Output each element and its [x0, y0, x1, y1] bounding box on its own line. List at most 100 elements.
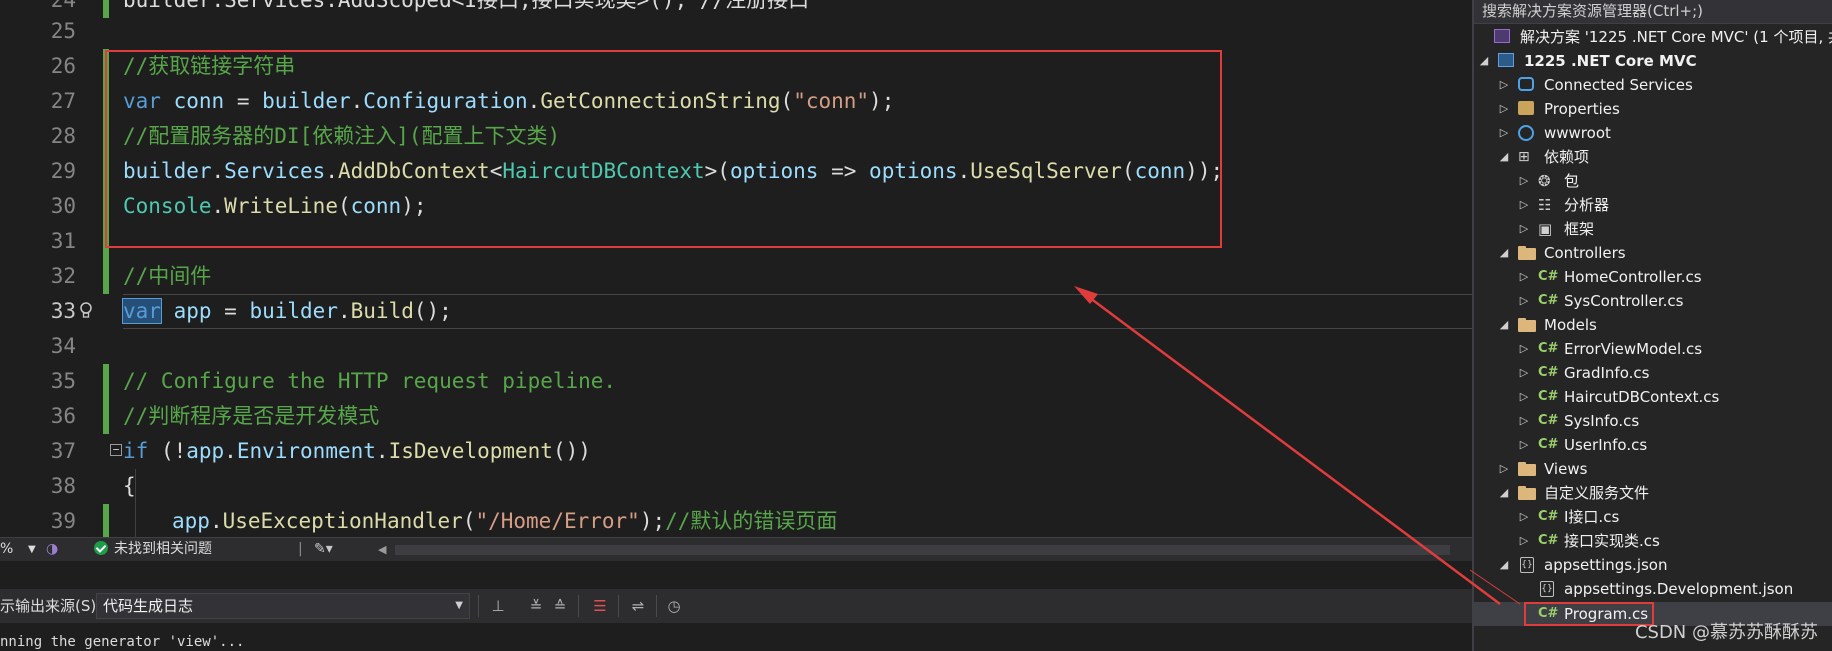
folder-icon [1518, 461, 1536, 477]
line-number: 36 [50, 404, 76, 428]
tree-node-file[interactable]: ▷ 接口实现类.cs [1474, 529, 1832, 553]
csharp-file-icon [1538, 533, 1556, 549]
horizontal-scrollbar[interactable] [395, 545, 1450, 555]
tree-node-solution[interactable]: 解决方案 '1225 .NET Core MVC' (1 个项目, 共 [1474, 25, 1832, 49]
tree-node-controllers[interactable]: ◢ Controllers [1474, 241, 1832, 265]
tree-node-properties[interactable]: ▷ Properties [1474, 97, 1832, 121]
code-comment: //中间件 [123, 264, 212, 288]
toolbar-divider [478, 595, 479, 617]
next-message-icon[interactable]: ≙ [548, 594, 572, 618]
code-text: app.UseExceptionHandler("/Home/Error");/… [172, 509, 838, 533]
output-source-select[interactable]: 代码生成日志 ▼ [96, 593, 470, 619]
tree-node-dependencies[interactable]: ◢ ⊞ 依赖项 [1474, 145, 1832, 169]
zoom-level[interactable]: % [0, 538, 13, 561]
tree-node-file[interactable]: ▷ SysInfo.cs [1474, 409, 1832, 433]
collapsed-icon[interactable]: ▷ [1498, 121, 1510, 145]
collapsed-icon[interactable]: ▷ [1518, 193, 1530, 217]
collapsed-icon[interactable]: ▷ [1518, 169, 1530, 193]
change-marker [103, 399, 109, 434]
tree-node-frameworks[interactable]: ▷ ▣ 框架 [1474, 217, 1832, 241]
zoom-dropdown-icon[interactable]: ▼ [28, 538, 36, 561]
code-line[interactable]: 35 // Configure the HTTP request pipelin… [0, 364, 1472, 399]
code-line[interactable]: 39 app.UseExceptionHandler("/Home/Error"… [0, 504, 1472, 537]
line-number: 26 [50, 54, 76, 78]
tree-node-file[interactable]: {} appsettings.Development.json [1474, 577, 1832, 601]
csharp-file-icon [1538, 509, 1556, 525]
tree-node-file[interactable]: ▷ I接口.cs [1474, 505, 1832, 529]
clock-icon[interactable]: ◷ [662, 594, 686, 618]
collapsed-icon[interactable]: ▷ [1518, 337, 1530, 361]
collapsed-icon[interactable]: ▷ [1518, 385, 1530, 409]
dependencies-icon: ⊞ [1518, 149, 1530, 165]
code-line[interactable]: 34 [0, 329, 1472, 364]
code-line-current[interactable]: 33 var app = builder.Build(); [0, 294, 1472, 329]
output-pane: 示输出来源(S): 代码生成日志 ▼ ⊥ ≚ ≙ ☰ ⇌ ◷ nning the… [0, 561, 1472, 651]
folder-icon [1518, 485, 1536, 501]
tree-node-wwwroot[interactable]: ▷ wwwroot [1474, 121, 1832, 145]
expanded-icon[interactable]: ◢ [1478, 49, 1490, 73]
solution-icon [1494, 29, 1510, 43]
word-wrap-icon[interactable]: ⇌ [626, 594, 650, 618]
line-number: 37 [50, 439, 76, 463]
tree-node-custom-services[interactable]: ◢ 自定义服务文件 [1474, 481, 1832, 505]
tree-node-file[interactable]: ▷ UserInfo.cs [1474, 433, 1832, 457]
code-line[interactable]: 38 { [0, 469, 1472, 504]
tree-node-views[interactable]: ▷ Views [1474, 457, 1832, 481]
chevron-down-icon: ▼ [455, 600, 463, 611]
copilot-icon[interactable]: ◑ [46, 538, 58, 561]
tree-node-file[interactable]: ▷ HomeController.cs [1474, 265, 1832, 289]
collapsed-icon[interactable]: ▷ [1518, 217, 1530, 241]
package-icon: ❂ [1538, 172, 1551, 190]
csharp-file-icon [1538, 437, 1556, 453]
explorer-search-input[interactable]: 搜索解决方案资源管理器(Ctrl+;) [1474, 0, 1832, 24]
tree-node-connected-services[interactable]: ▷ Connected Services [1474, 73, 1832, 97]
tree-node-file[interactable]: ▷ GradInfo.cs [1474, 361, 1832, 385]
lightbulb-icon[interactable] [78, 301, 94, 321]
clear-all-icon[interactable]: ☰ [588, 594, 612, 618]
toolbar-divider [578, 595, 579, 617]
collapsed-icon[interactable]: ▷ [1498, 97, 1510, 121]
indent-guide [135, 504, 136, 537]
line-number: 25 [50, 19, 76, 43]
cleanup-icon[interactable]: ✎▾ [314, 538, 333, 561]
expanded-icon[interactable]: ◢ [1498, 241, 1510, 265]
code-line[interactable]: 36 //判断程序是否是开发模式 [0, 399, 1472, 434]
tree-node-models[interactable]: ◢ Models [1474, 313, 1832, 337]
collapsed-icon[interactable]: ▷ [1518, 289, 1530, 313]
collapse-icon[interactable]: − [110, 444, 122, 456]
code-comment: //判断程序是否是开发模式 [123, 404, 380, 428]
collapsed-icon[interactable]: ▷ [1498, 73, 1510, 97]
expanded-icon[interactable]: ◢ [1498, 553, 1510, 577]
code-line[interactable]: 25 [0, 14, 1472, 49]
expanded-icon[interactable]: ◢ [1498, 313, 1510, 337]
collapsed-icon[interactable]: ▷ [1498, 457, 1510, 481]
output-text: nning the generator 'view'... [0, 634, 245, 650]
tree-node-analyzers[interactable]: ▷ ☷ 分析器 [1474, 193, 1832, 217]
line-number: 32 [50, 264, 76, 288]
code-editor[interactable]: 24 builder.Services.AddScoped<I接口,接口实现类>… [0, 0, 1472, 537]
code-line[interactable]: 37 − if (!app.Environment.IsDevelopment(… [0, 434, 1472, 469]
expanded-icon[interactable]: ◢ [1498, 145, 1510, 169]
tree-node-project[interactable]: ◢ 1225 .NET Core MVC [1474, 49, 1832, 73]
tree-node-packages[interactable]: ▷ ❂ 包 [1474, 169, 1832, 193]
goto-icon[interactable]: ⊥ [486, 594, 510, 618]
annotation-highlight-box [105, 50, 1222, 248]
expanded-icon[interactable]: ◢ [1498, 481, 1510, 505]
collapsed-icon[interactable]: ▷ [1518, 361, 1530, 385]
scroll-left-icon[interactable]: ◀ [378, 538, 386, 561]
collapsed-icon[interactable]: ▷ [1518, 505, 1530, 529]
tree-node-file[interactable]: ▷ HaircutDBContext.cs [1474, 385, 1832, 409]
tree-node-file[interactable]: ▷ ErrorViewModel.cs [1474, 337, 1832, 361]
line-number: 35 [50, 369, 76, 393]
tree-node-appsettings[interactable]: ◢ {} appsettings.json [1474, 553, 1832, 577]
prev-message-icon[interactable]: ≚ [524, 594, 548, 618]
issues-status[interactable]: 未找到相关问题 [94, 538, 212, 561]
collapsed-icon[interactable]: ▷ [1518, 265, 1530, 289]
collapsed-icon[interactable]: ▷ [1518, 529, 1530, 553]
code-line[interactable]: 32 //中间件 [0, 259, 1472, 294]
change-marker [103, 504, 109, 537]
line-number: 34 [50, 334, 76, 358]
collapsed-icon[interactable]: ▷ [1518, 409, 1530, 433]
collapsed-icon[interactable]: ▷ [1518, 433, 1530, 457]
tree-node-file[interactable]: ▷ SysController.cs [1474, 289, 1832, 313]
